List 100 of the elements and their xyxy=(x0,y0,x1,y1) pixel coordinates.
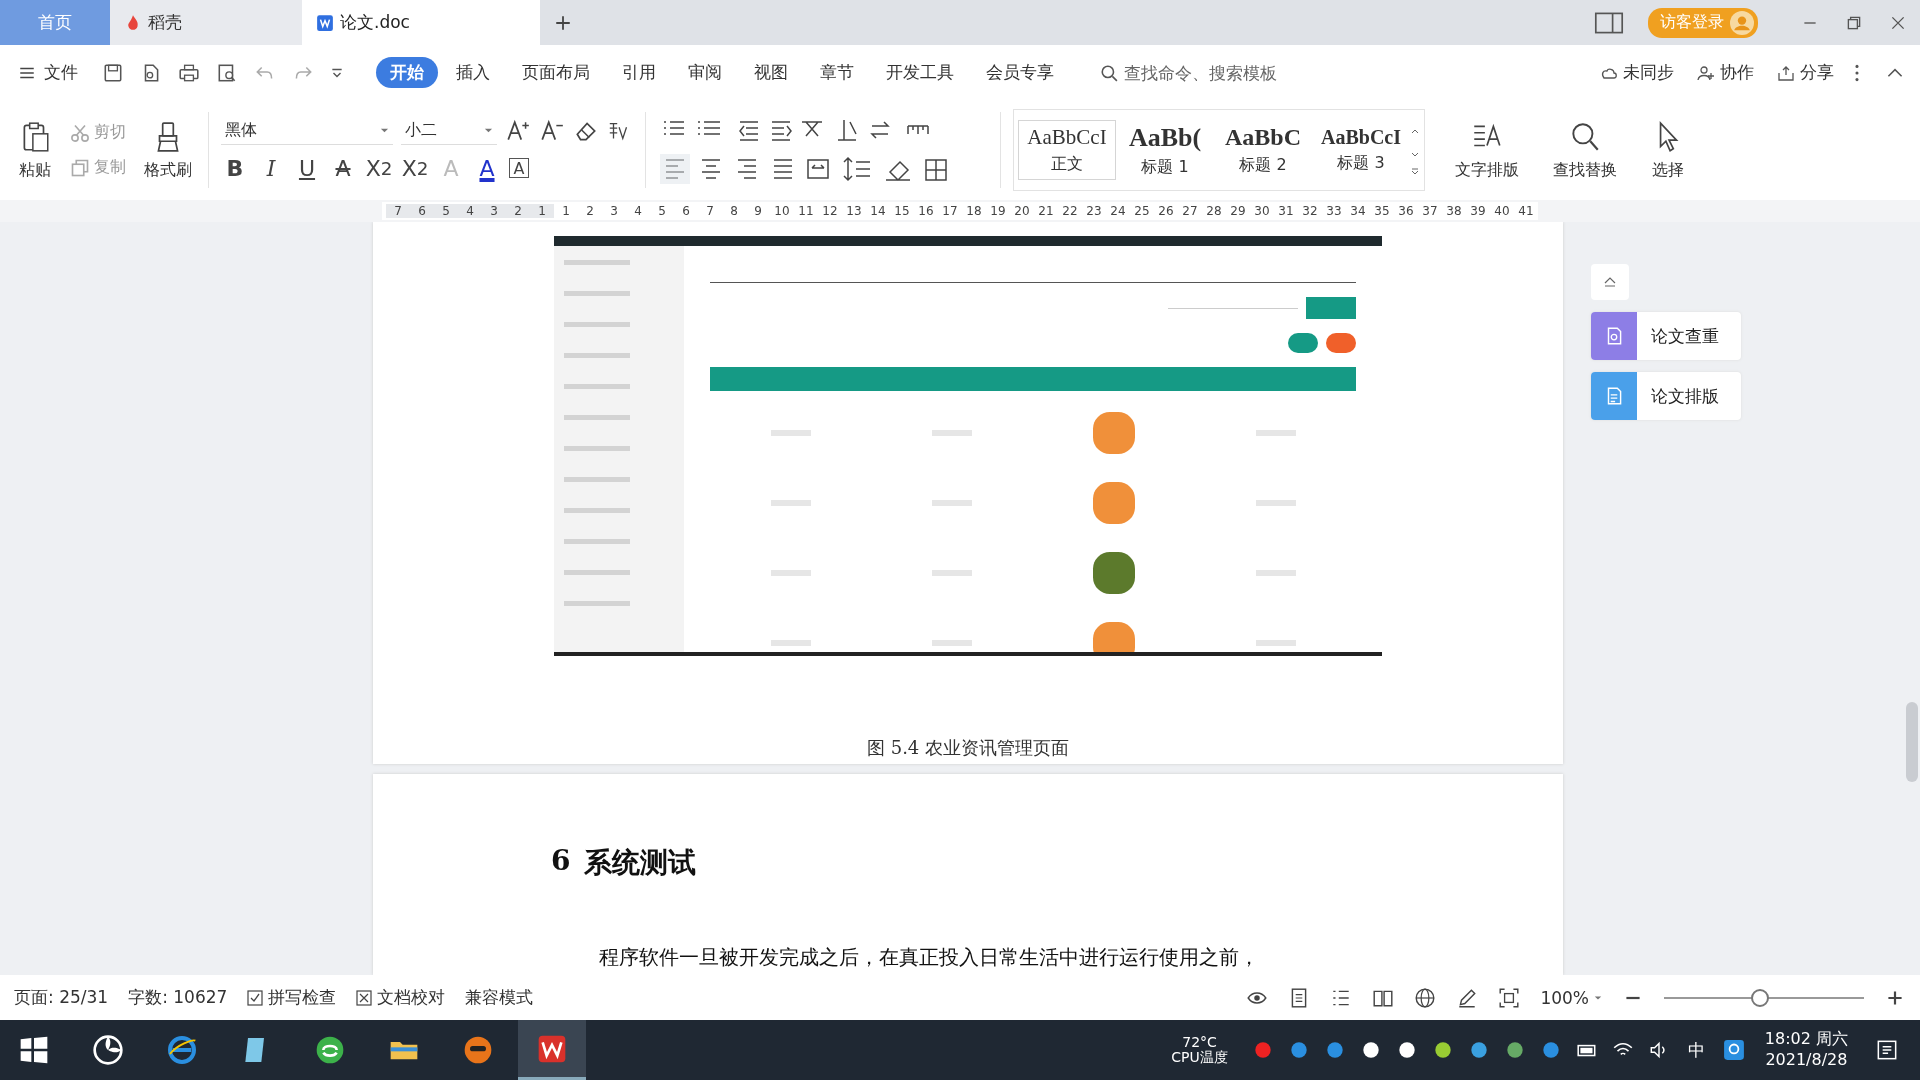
ruler-number: 26 xyxy=(1157,204,1175,218)
ruler-number: 6 xyxy=(417,204,427,218)
zoom-slider-thumb[interactable] xyxy=(1751,988,1769,1007)
command-search-field[interactable]: 查找命令、搜索模板 xyxy=(1100,61,1326,84)
ruler-number: 32 xyxy=(1301,204,1319,218)
ruler-number: 13 xyxy=(845,204,863,218)
proofread-button[interactable]: 文档校对 xyxy=(356,986,446,1009)
font-format-button[interactable]: A xyxy=(473,153,501,183)
ribbon-tool-button[interactable]: 查找替换 xyxy=(1549,115,1621,185)
ruler-number: 35 xyxy=(1373,204,1391,218)
ribbon-tab[interactable]: 开始 xyxy=(376,57,438,88)
page-count[interactable]: 页面: 25/31 xyxy=(14,986,109,1009)
copy-icon xyxy=(70,157,90,178)
font-format-button[interactable]: I xyxy=(257,153,285,183)
ribbon-tab[interactable]: 章节 xyxy=(806,57,868,88)
font-format-button[interactable]: U xyxy=(293,153,321,183)
font-format-button[interactable]: A xyxy=(329,153,357,183)
pinwheel-icon[interactable] xyxy=(92,1034,124,1066)
ruler-number: 41 xyxy=(1517,204,1535,218)
ruler-number: 25 xyxy=(1133,204,1151,218)
section-title: 系统测试 xyxy=(584,845,697,881)
ribbon-tab[interactable]: 引用 xyxy=(608,57,670,88)
style-preset-button[interactable]: AaBb( 标题 1 xyxy=(1116,118,1214,182)
ruler-number: 2 xyxy=(513,204,523,218)
ribbon-tab[interactable]: 插入 xyxy=(442,57,504,88)
ribbon-tab[interactable]: 视图 xyxy=(740,57,802,88)
font-name-dropdown[interactable]: 黑体 xyxy=(221,117,393,145)
ruler-number: 30 xyxy=(1253,204,1271,218)
mascot-app-icon[interactable] xyxy=(462,1034,494,1066)
style-preset-button[interactable]: AaBbC 标题 2 xyxy=(1214,120,1312,180)
toolbar-action-button[interactable]: 分享 xyxy=(1776,61,1834,84)
windows-logo-icon[interactable] xyxy=(18,1034,50,1066)
ruler-number: 33 xyxy=(1325,204,1343,218)
toolbar-action-button[interactable]: 未同步 xyxy=(1599,61,1674,84)
ribbon-tool-button[interactable]: 文字排版 xyxy=(1451,115,1523,185)
document-icon xyxy=(1591,372,1637,420)
browser-icon[interactable] xyxy=(166,1034,198,1066)
ruler-number: 7 xyxy=(393,204,403,218)
crossed-box-icon xyxy=(356,989,373,1006)
ribbon-tab[interactable]: 开发工具 xyxy=(872,57,968,88)
system-clock[interactable]: 18:02 周六 2021/8/28 xyxy=(1764,1029,1848,1071)
thesis-tool-button[interactable]: 论文排版 xyxy=(1591,372,1741,420)
ruler-number: 17 xyxy=(941,204,959,218)
style-preset-button[interactable]: AaBbCcI 标题 3 xyxy=(1312,122,1410,178)
format-painter-button[interactable]: 格式刷 xyxy=(140,115,196,185)
toolbar-action-button[interactable]: 协作 xyxy=(1696,61,1754,84)
ribbon-tab[interactable]: 会员专享 xyxy=(972,57,1068,88)
file-menu-button[interactable]: 文件 xyxy=(18,61,78,84)
ruler-number: 8 xyxy=(729,204,739,218)
document-tab[interactable]: 论文.doc xyxy=(302,0,540,45)
pen-icon[interactable] xyxy=(1456,986,1479,1009)
globe-icon[interactable] xyxy=(1414,986,1437,1009)
body-paragraph: 程序软件一旦被开发完成之后，在真正投入日常生活中进行运行使用之前， xyxy=(599,944,1260,971)
ruler-number: 7 xyxy=(705,204,715,218)
style-preset-button[interactable]: AaBbCcI 正文 xyxy=(1018,120,1116,180)
ruler-number: 1 xyxy=(537,204,547,218)
ruler-number: 23 xyxy=(1085,204,1103,218)
caret-icon xyxy=(380,126,389,135)
circular-arrows-app-icon[interactable] xyxy=(314,1034,346,1066)
ruler-number: 28 xyxy=(1205,204,1223,218)
ruler-number: 2 xyxy=(585,204,595,218)
horizontal-ruler[interactable]: 7 6 5 4 3 2 1 1 2 3 4 5 6 7 8 9 10 11 12 13 14 15 16 17 18 19 20 21 22 23 24 25 26 27 28 29 30 31 32 33 34 35 36 37 38 39 40 41 xyxy=(382,202,1538,220)
document-tab[interactable]: 稻壳 xyxy=(110,0,302,45)
ruler-number: 5 xyxy=(441,204,451,218)
word-count[interactable]: 字数: 10627 xyxy=(128,986,228,1009)
ruler-number: 20 xyxy=(1013,204,1031,218)
ribbon-tab[interactable]: 审阅 xyxy=(674,57,736,88)
font-format-button[interactable]: B xyxy=(221,153,249,183)
window-layout-icon[interactable] xyxy=(1594,10,1624,35)
ruler-number: 18 xyxy=(965,204,983,218)
compatibility-mode[interactable]: 兼容模式 xyxy=(465,986,534,1009)
ribbon-tool-button[interactable]: 选择 xyxy=(1647,115,1689,185)
ruler-number: 31 xyxy=(1277,204,1295,218)
ruler-number: 4 xyxy=(633,204,643,218)
caret-icon xyxy=(1594,993,1602,1002)
plus-icon xyxy=(554,13,572,32)
ruler-number: 27 xyxy=(1181,204,1199,218)
spell-check-button[interactable]: 拼写检查 xyxy=(247,986,337,1009)
zoom-level-dropdown[interactable]: 100% xyxy=(1540,987,1602,1008)
ruler-number: 1 xyxy=(561,204,571,218)
ruler-number: 16 xyxy=(917,204,935,218)
paste-button[interactable]: 粘贴 xyxy=(14,115,56,185)
figure-caption: 图 5.4 农业资讯管理页面 xyxy=(866,736,1070,760)
ruler-number: 6 xyxy=(681,204,691,218)
font-format-button[interactable]: A xyxy=(509,158,529,178)
document-icon xyxy=(1591,312,1637,360)
ruler-number: 3 xyxy=(489,204,499,218)
avatar-icon xyxy=(1730,10,1754,35)
ruler-number: 5 xyxy=(657,204,667,218)
fit-page-icon[interactable] xyxy=(1498,986,1521,1009)
ruler-number: 38 xyxy=(1445,204,1463,218)
caret-icon xyxy=(484,126,493,135)
ruler-number: 29 xyxy=(1229,204,1247,218)
thesis-tool-button[interactable]: 论文查重 xyxy=(1591,312,1741,360)
font-size-dropdown[interactable]: 小二 xyxy=(401,117,497,145)
input-method-indicator[interactable]: 中 xyxy=(1687,1038,1705,1062)
search-app-icon[interactable] xyxy=(1722,1039,1745,1061)
share-icon xyxy=(1776,64,1796,81)
scissors-icon xyxy=(70,122,90,143)
ribbon-tab[interactable]: 页面布局 xyxy=(508,57,604,88)
